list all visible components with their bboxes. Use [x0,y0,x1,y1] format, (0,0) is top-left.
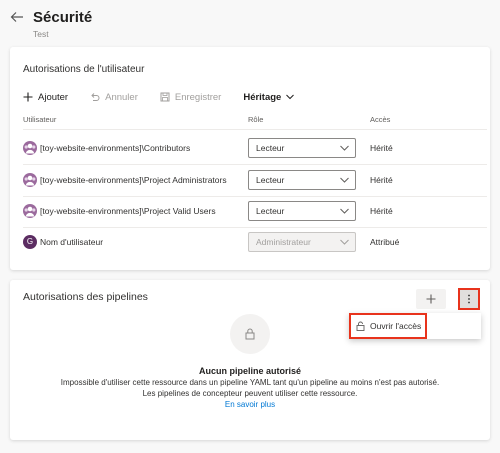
plus-icon [23,92,33,102]
add-button-label: Ajouter [38,91,69,103]
role-select: Administrateur [248,232,356,252]
group-icon [23,141,37,155]
page-subtitle: Test [33,29,49,39]
column-header-role: Rôle [248,115,264,124]
chevron-down-icon [340,239,349,245]
add-pipeline-button[interactable] [416,289,446,309]
user-permissions-card: Autorisations de l'utilisateur Ajouter A… [10,47,490,270]
user-name: Nom d'utilisateur [40,237,104,247]
undo-icon [91,93,100,101]
table-row[interactable]: [toy-website-environments]\Project Admin… [10,166,490,196]
header-divider [23,129,487,130]
unlock-icon [356,321,365,331]
group-icon [23,173,37,187]
row-divider [23,164,487,165]
chevron-down-icon [340,145,349,151]
user-name: [toy-website-environments]\Contributors [40,143,191,153]
empty-state-title: Aucun pipeline autorisé [198,366,301,376]
role-select[interactable]: Lecteur [248,170,356,190]
lock-icon [245,328,255,340]
save-button[interactable]: Enregistrer [160,92,221,103]
more-options-button[interactable] [458,288,480,310]
role-value: Lecteur [256,143,285,153]
user-name: [toy-website-environments]\Project Admin… [40,175,227,185]
page-title: Sécurité [33,9,93,26]
role-select[interactable]: Lecteur [248,201,356,221]
role-value: Administrateur [256,237,311,247]
user-name: [toy-website-environments]\Project Valid… [40,206,216,216]
role-value: Lecteur [256,206,285,216]
page-header: Sécurité Test [0,0,500,44]
access-value: Hérité [370,175,393,185]
user-avatar: G [23,235,37,249]
permissions-toolbar: Ajouter Annuler Enregistrer Héritage [23,89,321,105]
cancel-button[interactable]: Annuler [90,92,138,103]
chevron-down-icon [340,208,349,214]
open-access-label: Ouvrir l'accès [370,321,422,331]
access-value: Hérité [370,206,393,216]
learn-more-link[interactable]: En savoir plus [10,400,490,409]
empty-state-line: Impossible d'utiliser cette ressource da… [60,378,440,387]
empty-state-line: Les pipelines de concepteur peuvent util… [142,389,358,398]
context-menu: Ouvrir l'accès [349,313,481,339]
chevron-down-icon [340,177,349,183]
empty-state-description: Impossible d'utiliser cette ressource da… [10,377,490,399]
lock-illustration [230,314,270,354]
inheritance-dropdown[interactable]: Héritage [243,92,299,103]
access-value: Hérité [370,143,393,153]
open-access-menu-item[interactable]: Ouvrir l'accès [349,313,427,339]
add-button[interactable]: Ajouter [23,92,68,103]
group-icon [23,204,37,218]
table-row[interactable]: G Nom d'utilisateur Administrateur Attri… [10,228,490,258]
inheritance-label: Héritage [243,91,282,103]
more-vertical-icon [468,294,470,304]
save-icon [160,92,170,102]
save-button-label: Enregistrer [174,91,222,103]
pipeline-permissions-card: Autorisations des pipelines Ouvrir l'acc… [10,280,490,440]
column-header-user: Utilisateur [23,115,57,124]
plus-icon [426,294,436,304]
column-header-access: Accès [370,115,391,124]
card-title: Autorisations des pipelines [23,291,148,303]
access-value: Attribué [370,237,400,247]
card-title: Autorisations de l'utilisateur [23,64,145,75]
table-row[interactable]: [toy-website-environments]\Contributors … [10,134,490,164]
role-value: Lecteur [256,175,285,185]
back-arrow-icon[interactable] [10,10,28,28]
chevron-down-icon [286,94,295,100]
cancel-button-label: Annuler [105,91,138,103]
table-row[interactable]: [toy-website-environments]\Project Valid… [10,197,490,227]
role-select[interactable]: Lecteur [248,138,356,158]
